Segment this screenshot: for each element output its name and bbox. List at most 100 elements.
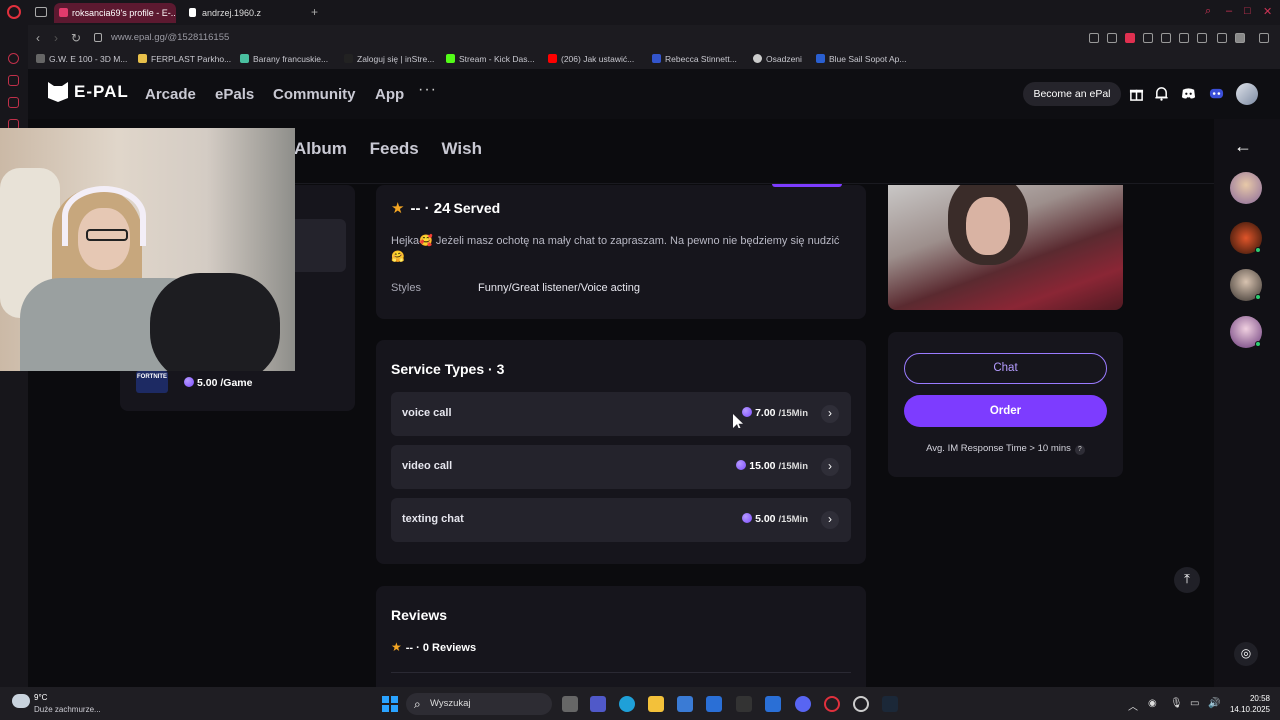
teams-icon[interactable] bbox=[590, 696, 606, 712]
tray-app-icon[interactable]: ◉ bbox=[1148, 698, 1157, 709]
instagram-icon[interactable] bbox=[8, 97, 19, 108]
new-tab-icon[interactable]: + bbox=[311, 5, 318, 19]
service-row-voice-call[interactable]: voice call 7.00 /15Min › bbox=[391, 392, 851, 436]
edge-icon[interactable] bbox=[619, 696, 635, 712]
become-epal-button[interactable]: Become an ePal bbox=[1023, 82, 1121, 106]
weather-icon[interactable] bbox=[12, 694, 30, 708]
opera-gx-icon[interactable] bbox=[824, 696, 840, 712]
extensions-icon[interactable] bbox=[1217, 33, 1227, 43]
styles-label: Styles bbox=[391, 282, 421, 294]
service-row-texting-chat[interactable]: texting chat 5.00 /15Min › bbox=[391, 498, 851, 542]
bookmark-item[interactable]: (206) Jak ustawić... bbox=[548, 54, 634, 64]
bookmark-item[interactable]: FERPLAST Parkho... bbox=[138, 54, 231, 64]
volume-icon[interactable]: 🔊 bbox=[1208, 698, 1220, 709]
browser-tab-active[interactable]: roksancia69's profile - E-... bbox=[54, 3, 176, 23]
tray-chevron-icon[interactable]: ︿ bbox=[1128, 698, 1138, 713]
tab-wish[interactable]: Wish bbox=[442, 139, 482, 158]
service-row-video-call[interactable]: video call 15.00 /15Min › bbox=[391, 445, 851, 489]
tab-feeds[interactable]: Feeds bbox=[370, 139, 419, 158]
file-explorer-icon[interactable] bbox=[648, 696, 664, 712]
bookmark-item[interactable]: Barany francuskie... bbox=[240, 54, 328, 64]
accent-bar bbox=[772, 184, 842, 187]
extension-icon[interactable] bbox=[1143, 33, 1153, 43]
microphone-icon[interactable]: 🎙 bbox=[1170, 698, 1183, 709]
bookmark-favicon-icon bbox=[36, 54, 45, 63]
network-icon[interactable]: ▭ bbox=[1190, 698, 1199, 709]
nav-community[interactable]: Community bbox=[273, 86, 356, 103]
online-dot bbox=[1255, 294, 1261, 300]
bookmark-item[interactable]: Osadzeni bbox=[753, 54, 802, 64]
taskbar-search[interactable]: Wyszukaj bbox=[406, 693, 552, 715]
reload-icon[interactable]: ↻ bbox=[71, 31, 81, 45]
translate-icon[interactable] bbox=[1161, 33, 1171, 43]
arrow-left-icon[interactable]: ← bbox=[1234, 136, 1252, 157]
chat-button[interactable]: Chat bbox=[904, 353, 1107, 384]
windows-start-icon[interactable] bbox=[382, 696, 398, 712]
clock[interactable]: 20:58 14.10.2025 bbox=[1228, 693, 1270, 715]
bookmark-item[interactable]: Stream - Kick Das... bbox=[446, 54, 535, 64]
maximize-icon[interactable]: □ bbox=[1244, 5, 1251, 17]
workspace-icon[interactable] bbox=[35, 7, 47, 17]
bookmark-favicon-icon bbox=[753, 54, 762, 63]
tab-album[interactable]: Album bbox=[294, 139, 347, 158]
bio-text: Hejka🥰 Jeżeli masz ochotę na mały chat t… bbox=[391, 235, 840, 263]
online-dot bbox=[1255, 341, 1261, 347]
reviews-card: Reviews ★ -- · 0 Reviews bbox=[376, 586, 866, 696]
gift-icon[interactable] bbox=[1129, 86, 1144, 101]
messenger-icon[interactable] bbox=[8, 75, 19, 86]
epal-logo[interactable]: E-PAL bbox=[48, 82, 129, 102]
profile-photo[interactable] bbox=[888, 185, 1123, 310]
history-icon[interactable] bbox=[8, 53, 19, 64]
bookmarks-bar: G.W. E 100 - 3D M... FERPLAST Parkho... … bbox=[28, 51, 1280, 69]
back-icon[interactable]: ‹ bbox=[36, 31, 40, 45]
minimize-icon[interactable]: – bbox=[1226, 5, 1232, 17]
search-tabs-icon[interactable]: ⌕ bbox=[1205, 5, 1211, 18]
nav-arcade[interactable]: Arcade bbox=[145, 86, 196, 103]
mail-icon[interactable] bbox=[706, 696, 722, 712]
scroll-to-top-icon[interactable]: ⤒ bbox=[1174, 567, 1200, 593]
play-icon[interactable] bbox=[1179, 33, 1189, 43]
app-icon[interactable] bbox=[736, 696, 752, 712]
support-icon[interactable]: ◎ bbox=[1234, 642, 1258, 666]
order-button[interactable]: Order bbox=[904, 395, 1107, 427]
steam-icon[interactable] bbox=[882, 696, 898, 712]
user-avatar[interactable] bbox=[1236, 83, 1258, 105]
heart-icon[interactable] bbox=[1197, 33, 1207, 43]
help-icon[interactable]: ? bbox=[1074, 445, 1085, 455]
extension-icon[interactable] bbox=[1125, 33, 1135, 43]
url-field[interactable]: www.epal.gg/@1528116155 bbox=[111, 32, 229, 43]
dot-separator: · bbox=[424, 200, 430, 217]
download-icon[interactable] bbox=[1259, 33, 1269, 43]
bookmark-item[interactable]: G.W. E 100 - 3D M... bbox=[36, 54, 127, 64]
bookmark-item[interactable]: Zaloguj się | inStre... bbox=[344, 54, 434, 64]
bookmark-item[interactable]: Blue Sail Sopot Ap... bbox=[816, 54, 907, 64]
profile-icon[interactable] bbox=[1235, 33, 1245, 43]
fortnite-badge[interactable]: FORTNITE bbox=[136, 371, 168, 393]
chevron-right-icon[interactable]: › bbox=[821, 405, 839, 423]
app-icon[interactable] bbox=[853, 696, 869, 712]
bookmark-item[interactable]: Rebecca Stinnett... bbox=[652, 54, 737, 64]
tiktok-favicon-icon bbox=[189, 8, 196, 17]
task-view-icon[interactable] bbox=[562, 696, 578, 712]
opera-logo-icon[interactable] bbox=[7, 5, 21, 19]
app-icon[interactable] bbox=[765, 696, 781, 712]
bell-icon[interactable] bbox=[1154, 86, 1169, 101]
online-dot bbox=[1255, 247, 1261, 253]
discord-taskbar-icon[interactable] bbox=[795, 696, 811, 712]
chevron-right-icon[interactable]: › bbox=[821, 511, 839, 529]
game-icon[interactable] bbox=[1209, 86, 1224, 101]
close-icon[interactable]: ✕ bbox=[1263, 5, 1272, 18]
store-icon[interactable] bbox=[677, 696, 693, 712]
nav-app[interactable]: App bbox=[375, 86, 404, 103]
chevron-right-icon[interactable]: › bbox=[821, 458, 839, 476]
gx-icon[interactable] bbox=[8, 647, 19, 658]
more-menu-icon[interactable]: ··· bbox=[418, 81, 437, 99]
forward-icon[interactable]: › bbox=[54, 31, 58, 45]
browser-tab[interactable]: andrzej.1960.z bbox=[184, 3, 306, 23]
discord-icon[interactable] bbox=[1181, 86, 1196, 101]
extension-icon[interactable] bbox=[1089, 33, 1099, 43]
chat-avatar[interactable] bbox=[1230, 172, 1262, 204]
service-types-title: Service Types · 3 bbox=[391, 361, 505, 377]
extension-icon[interactable] bbox=[1107, 33, 1117, 43]
nav-epals[interactable]: ePals bbox=[215, 86, 254, 103]
